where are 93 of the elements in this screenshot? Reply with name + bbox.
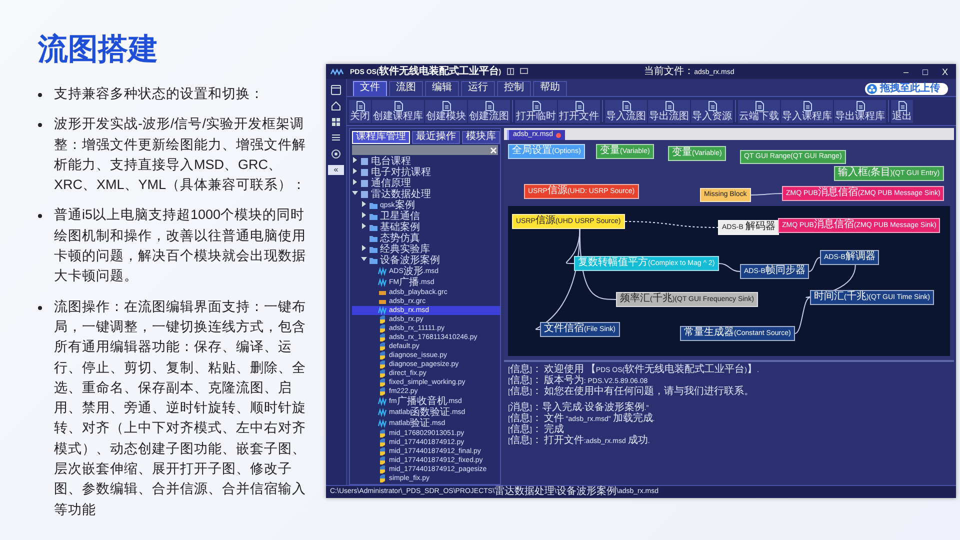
toolbar-button[interactable]: 创建模块 (425, 100, 467, 122)
connection-line (750, 193, 782, 196)
script-icon (378, 351, 387, 360)
toolbar-button[interactable]: 导入资源 (691, 100, 733, 122)
toolbar-button[interactable]: 创建课程库 (372, 100, 424, 122)
tree-item[interactable]: 态势仿真 (352, 233, 500, 244)
cluster-icon (867, 84, 877, 94)
bullet-dot (38, 123, 42, 128)
square-icon (360, 157, 369, 166)
toolbar-button[interactable]: 导入流图 (605, 100, 647, 122)
square-icon (360, 179, 369, 188)
caret-down-icon[interactable] (361, 256, 367, 262)
close-icon[interactable] (489, 146, 498, 154)
wave-file-icon (378, 306, 387, 315)
page-icon (484, 100, 494, 110)
connection-line (718, 263, 740, 272)
grid-icon[interactable] (331, 117, 341, 127)
script-icon (378, 333, 387, 342)
page-icon (898, 100, 906, 110)
monitor-icon[interactable] (520, 68, 528, 75)
page-icon (394, 100, 402, 110)
panel-tab[interactable]: 最近操作 (412, 131, 460, 144)
tree-item[interactable]: 设备波形案例 (352, 255, 500, 266)
tree-item[interactable]: 经典实验库 (352, 244, 500, 255)
collapse-button[interactable]: « (328, 165, 344, 175)
bullet-text: 波形开发实战-波形/信号/实验开发框架调整：增强文件更新绘图能力、增强文件解析能力、支持直接导入MSD、GRC、XRC、XML、YML（具体兼容可联系）： (54, 115, 308, 194)
script-icon (378, 324, 387, 333)
target-icon[interactable] (331, 149, 341, 159)
caret-right-icon[interactable] (361, 245, 367, 251)
toolbar-button[interactable]: 导出课程库 (834, 100, 886, 122)
slide-title: 流图搭建 (38, 32, 159, 68)
menu-tab[interactable]: 编辑 (425, 81, 459, 96)
bullet-dot (38, 93, 42, 97)
toolbar-button[interactable]: 打开文件 (558, 100, 600, 122)
bullet-text: 流图操作：在流图编辑界面支持：一键布局，一键调整，一键切换连线方式，包含所有通用编辑器功能：保存、编译、运行、停止、剪切、复制、粘贴、删除、全选、重命名、保存副本、克隆流图、启用、禁用、旁通、逆时针旋转、顺时针旋转、对齐（上中下对齐模式、左中右对齐模式）、动态创建子图功能、嵌套子图、层次嵌套伸缩、展开打开子图、修改子图、参数编辑、合并信源、合并信宿输入等功能 (54, 298, 307, 519)
script-icon (378, 387, 387, 396)
tree-item[interactable]: 电子对抗课程 (352, 167, 500, 178)
toolbar-button[interactable]: 导入课程库 (781, 100, 833, 122)
page-icon (664, 100, 674, 110)
page-icon (622, 100, 630, 110)
page-icon (754, 100, 764, 110)
menu-tab[interactable]: 控制 (497, 81, 531, 96)
script-icon (378, 438, 387, 447)
toolbar-button[interactable]: 导出流图 (648, 100, 690, 122)
toolbar-button[interactable]: 打开临时 (515, 100, 557, 122)
menu-tab[interactable]: 帮助 (533, 81, 567, 96)
panel-tab[interactable]: 模块库 (462, 131, 500, 144)
page-icon (708, 100, 716, 110)
menu-tab[interactable]: 流图 (389, 81, 423, 96)
script-icon (378, 447, 387, 456)
upload-button[interactable]: 拖拽至此上传 (865, 82, 948, 94)
page-icon (574, 100, 584, 110)
window-control-button[interactable]: – (900, 66, 913, 78)
tree-item[interactable]: 通信原理 (352, 178, 500, 189)
panel-icon[interactable] (507, 68, 514, 75)
page-icon (442, 100, 450, 110)
bullet-dot (38, 306, 42, 310)
script-icon (378, 465, 387, 474)
script-icon (378, 342, 387, 351)
script-icon (378, 360, 387, 369)
toolbar-button[interactable]: 云端下载 (738, 100, 780, 122)
bullet-text: 普通i5以上电脑支持超1000个模块的同时绘图机制和操作，改善以往普通电脑使用卡顿的问题，解决百个模块就会出现数据大卡顿问题。 (54, 206, 307, 286)
bullet-dot (38, 214, 42, 218)
caret-down-icon[interactable] (352, 190, 358, 196)
square-icon (360, 190, 369, 199)
script-icon (378, 429, 387, 438)
wave-logo-icon (330, 68, 344, 76)
bullet-text: 支持兼容多种状态的设置和切换： (54, 85, 265, 103)
toolbar-button[interactable]: 创建流图 (468, 100, 510, 122)
search-field[interactable] (352, 145, 498, 155)
script-icon (378, 474, 387, 483)
page-icon (856, 100, 864, 110)
script-icon (378, 315, 387, 324)
tree-item[interactable]: 基础案例 (352, 222, 500, 233)
window-control-button[interactable]: □ (918, 66, 932, 78)
window-control-button[interactable]: X (938, 66, 952, 78)
home-icon[interactable] (331, 101, 341, 111)
square-icon (360, 168, 369, 177)
script-icon (378, 378, 387, 387)
menu-tab[interactable]: 运行 (461, 81, 495, 96)
script-icon (378, 369, 387, 378)
page-icon (356, 100, 364, 110)
toolbar-button[interactable]: 退出 (891, 100, 913, 122)
tree-item[interactable]: 卫星通信 (352, 211, 500, 222)
menu-tab[interactable]: 文件 (353, 81, 387, 96)
list-icon[interactable] (331, 133, 341, 143)
script-icon (378, 456, 387, 465)
page-icon (532, 100, 540, 110)
tree-item[interactable]: 电台课程 (352, 156, 500, 167)
page-icon (802, 100, 812, 110)
tree-item[interactable]: 雷达数据处理 (352, 189, 500, 200)
toolbar-button[interactable]: 关闭 (349, 100, 371, 122)
window-icon[interactable] (331, 85, 341, 95)
